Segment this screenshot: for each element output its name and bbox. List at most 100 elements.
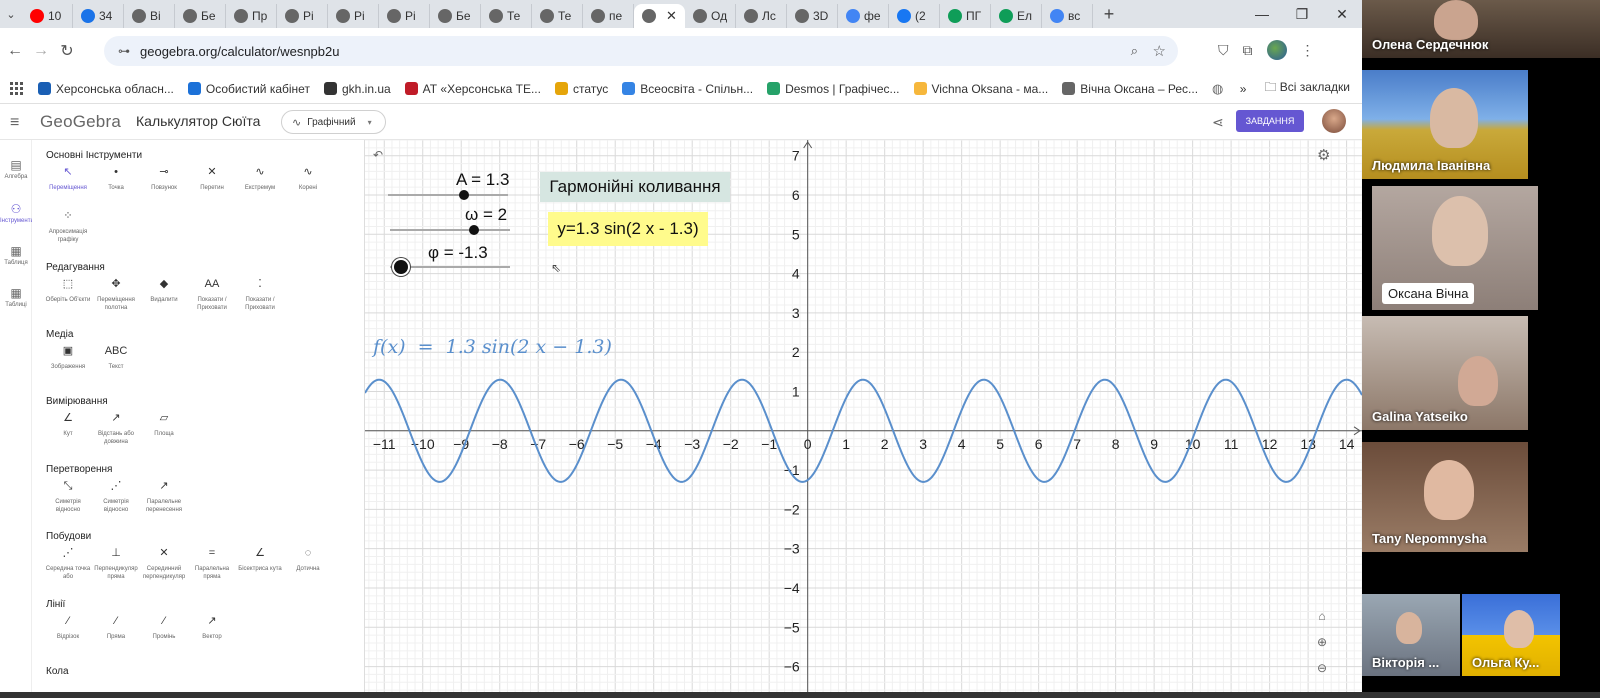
equation-text-box[interactable]: y=1.3 sin(2 x - 1.3) <box>548 212 708 246</box>
tool-button[interactable]: ⤡ Симетрія відносно <box>44 481 92 514</box>
bookmark-item[interactable]: Desmos | Графічес... <box>767 82 900 96</box>
minimize-icon[interactable]: — <box>1242 6 1282 22</box>
tool-button[interactable]: ⋰ Симетрія відносно <box>92 481 140 514</box>
bookmark-item[interactable]: АТ «Херсонська ТЕ... <box>404 82 541 96</box>
undo-icon[interactable]: ↶ <box>373 148 383 162</box>
participant-tile[interactable]: Ольга Ку... <box>1462 594 1560 676</box>
slider-label[interactable]: ω = 2 <box>465 205 507 225</box>
user-avatar[interactable] <box>1322 109 1346 133</box>
participant-tile[interactable]: Людмила Іванівна <box>1362 70 1528 179</box>
tool-button[interactable]: ✥ Переміщення полотна <box>92 279 140 312</box>
slider-track[interactable] <box>388 194 508 196</box>
reload-icon[interactable]: ↻ <box>54 41 80 61</box>
close-icon[interactable]: ✕ <box>1322 6 1362 23</box>
browser-tab[interactable]: Пр <box>226 4 277 28</box>
zoom-in-icon[interactable]: ⊕ <box>1311 631 1333 653</box>
omnibox[interactable]: ⊶ geogebra.org/calculator/wesnpb2u ⌕ ☆ <box>104 36 1178 66</box>
tool-button[interactable]: ↗ Відстань або довжина <box>92 413 140 446</box>
browser-tab[interactable]: 3D <box>787 4 838 28</box>
zoom-out-icon[interactable]: ⊖ <box>1311 657 1333 679</box>
forward-icon[interactable]: → <box>28 42 54 60</box>
slider-handle[interactable] <box>458 190 469 200</box>
bookmark-item[interactable]: Всеосвіта - Спільн... <box>622 82 753 96</box>
tool-button[interactable]: AA Показати / Приховати <box>188 279 236 312</box>
browser-tab[interactable]: Рі <box>328 4 379 28</box>
back-icon[interactable]: ← <box>2 42 28 60</box>
slider-label[interactable]: A = 1.3 <box>456 170 509 190</box>
new-tab-button[interactable]: + <box>1097 4 1121 25</box>
extensions-icon[interactable]: ⧉ <box>1243 42 1253 59</box>
tool-button[interactable]: ⁄ Промінь <box>140 616 188 641</box>
globe-icon[interactable]: ◍ <box>1212 81 1223 97</box>
home-icon[interactable]: ⌂ <box>1311 605 1333 627</box>
rail-item[interactable]: ▦ Таблиця <box>0 244 32 266</box>
tool-button[interactable]: ✕ Серединний перпендикуляр <box>140 548 188 581</box>
participant-tile[interactable]: Вікторія ... <box>1362 594 1460 676</box>
close-tab-icon[interactable]: ✕ <box>666 8 677 24</box>
tool-button[interactable]: ↗ Вектор <box>188 616 236 641</box>
browser-tab[interactable]: (2 <box>889 4 940 28</box>
tool-button[interactable]: • Точка <box>92 167 140 192</box>
apps-grid-icon[interactable] <box>10 81 24 96</box>
browser-tab[interactable]: Рі <box>277 4 328 28</box>
graphics-view[interactable]: −11 −10 −9 −8 −7 −6 −5 −4 −3 −2 −1 0 1 2 3 4 5 6 7 8 9 10 11 12… <box>365 140 1362 698</box>
function-label[interactable]: f(x) = 1.3 sin(2 x − 1.3) <box>373 336 612 358</box>
shield-extension-icon[interactable]: ⛉ <box>1218 42 1229 59</box>
participant-tile[interactable]: Tany Nepomnysha <box>1362 442 1528 552</box>
tool-button[interactable]: ⁄ Відрізок <box>44 616 92 641</box>
participant-tile[interactable]: Galina Yatseiko <box>1362 316 1528 430</box>
tool-button[interactable]: = Паралельна пряма <box>188 548 236 581</box>
rail-item[interactable]: ▤ Алгебра <box>0 158 32 180</box>
slider-track[interactable] <box>390 229 510 231</box>
slider-track[interactable] <box>390 266 510 268</box>
tool-button[interactable]: ⬚ Оберіть Об'єкти <box>44 279 92 304</box>
browser-tab[interactable]: Рі <box>379 4 430 28</box>
all-bookmarks[interactable]: 🗀 Всі закладки <box>1264 78 1350 99</box>
site-info-icon[interactable]: ⊶ <box>118 44 130 58</box>
bookmark-item[interactable]: Херсонська обласн... <box>38 82 174 96</box>
browser-tab[interactable]: ПГ <box>940 4 991 28</box>
participant-tile[interactable]: Оксана Вічна <box>1372 186 1538 310</box>
tab-search-icon[interactable]: ⌄ <box>0 8 22 21</box>
browser-tab[interactable]: вс <box>1042 4 1093 28</box>
browser-tab[interactable]: Те <box>481 4 532 28</box>
tool-button[interactable]: ↗ Паралельне перенесення <box>140 481 188 514</box>
slider-handle[interactable] <box>393 260 408 274</box>
tool-button[interactable]: ↖ Переміщення <box>44 167 92 192</box>
tool-button[interactable]: ⊥ Перпендикуляр пряма <box>92 548 140 581</box>
tool-button[interactable]: ∠ Бісектриса кута <box>236 548 284 573</box>
more-bookmarks-icon[interactable]: » <box>1240 82 1247 96</box>
zoom-icon[interactable]: ⌕ <box>1131 43 1138 59</box>
tool-button[interactable]: ▣ Зображення <box>44 346 92 371</box>
browser-tab[interactable]: Лс <box>736 4 787 28</box>
rail-item[interactable]: ⚇ Інструменти <box>0 202 34 224</box>
hamburger-menu-icon[interactable]: ≡ <box>10 114 19 132</box>
browser-tab[interactable]: фе <box>838 4 889 28</box>
text-title-box[interactable]: Гармонійні коливання <box>540 172 730 202</box>
tool-button[interactable]: ∿ Корені <box>284 167 332 192</box>
profile-avatar[interactable] <box>1266 40 1287 60</box>
settings-gear-icon[interactable]: ⚙ <box>1317 146 1330 164</box>
browser-tab[interactable]: 10 <box>22 4 73 28</box>
browser-tab[interactable]: Бе <box>430 4 481 28</box>
browser-tab[interactable]: Ві <box>124 4 175 28</box>
restore-icon[interactable]: ❐ <box>1282 6 1322 23</box>
bookmark-star-icon[interactable]: ☆ <box>1153 42 1166 60</box>
participant-tile[interactable]: Олена Сердечнюк <box>1362 0 1600 58</box>
bookmark-item[interactable]: gkh.in.ua <box>323 82 391 96</box>
tool-button[interactable]: ▱ Площа <box>140 413 188 438</box>
tool-button[interactable]: ◌ Дотична <box>284 548 332 573</box>
tool-button[interactable]: ⁚ Показати / Приховати <box>236 279 284 312</box>
tool-button[interactable]: ∠ Кут <box>44 413 92 438</box>
tool-button[interactable]: ◆ Видалити <box>140 279 188 304</box>
bookmark-item[interactable]: статус <box>554 82 608 96</box>
tool-button[interactable]: ⁄ Пряма <box>92 616 140 641</box>
bookmark-item[interactable]: Вічна Оксана – Рес... <box>1062 82 1198 96</box>
bookmark-item[interactable]: Vichna Oksana - ма... <box>913 82 1048 96</box>
browser-tab[interactable]: 34 <box>73 4 124 28</box>
browser-tab[interactable]: Од <box>685 4 736 28</box>
tool-button[interactable]: ⋰ Середина точка або <box>44 548 92 581</box>
graph-canvas[interactable]: −11 −10 −9 −8 −7 −6 −5 −4 −3 −2 −1 0 1 2 3 4 5 6 7 8 9 10 11 12… <box>365 140 1362 698</box>
slider-handle[interactable] <box>469 225 479 235</box>
bookmark-item[interactable]: Особистий кабінет <box>187 82 310 96</box>
